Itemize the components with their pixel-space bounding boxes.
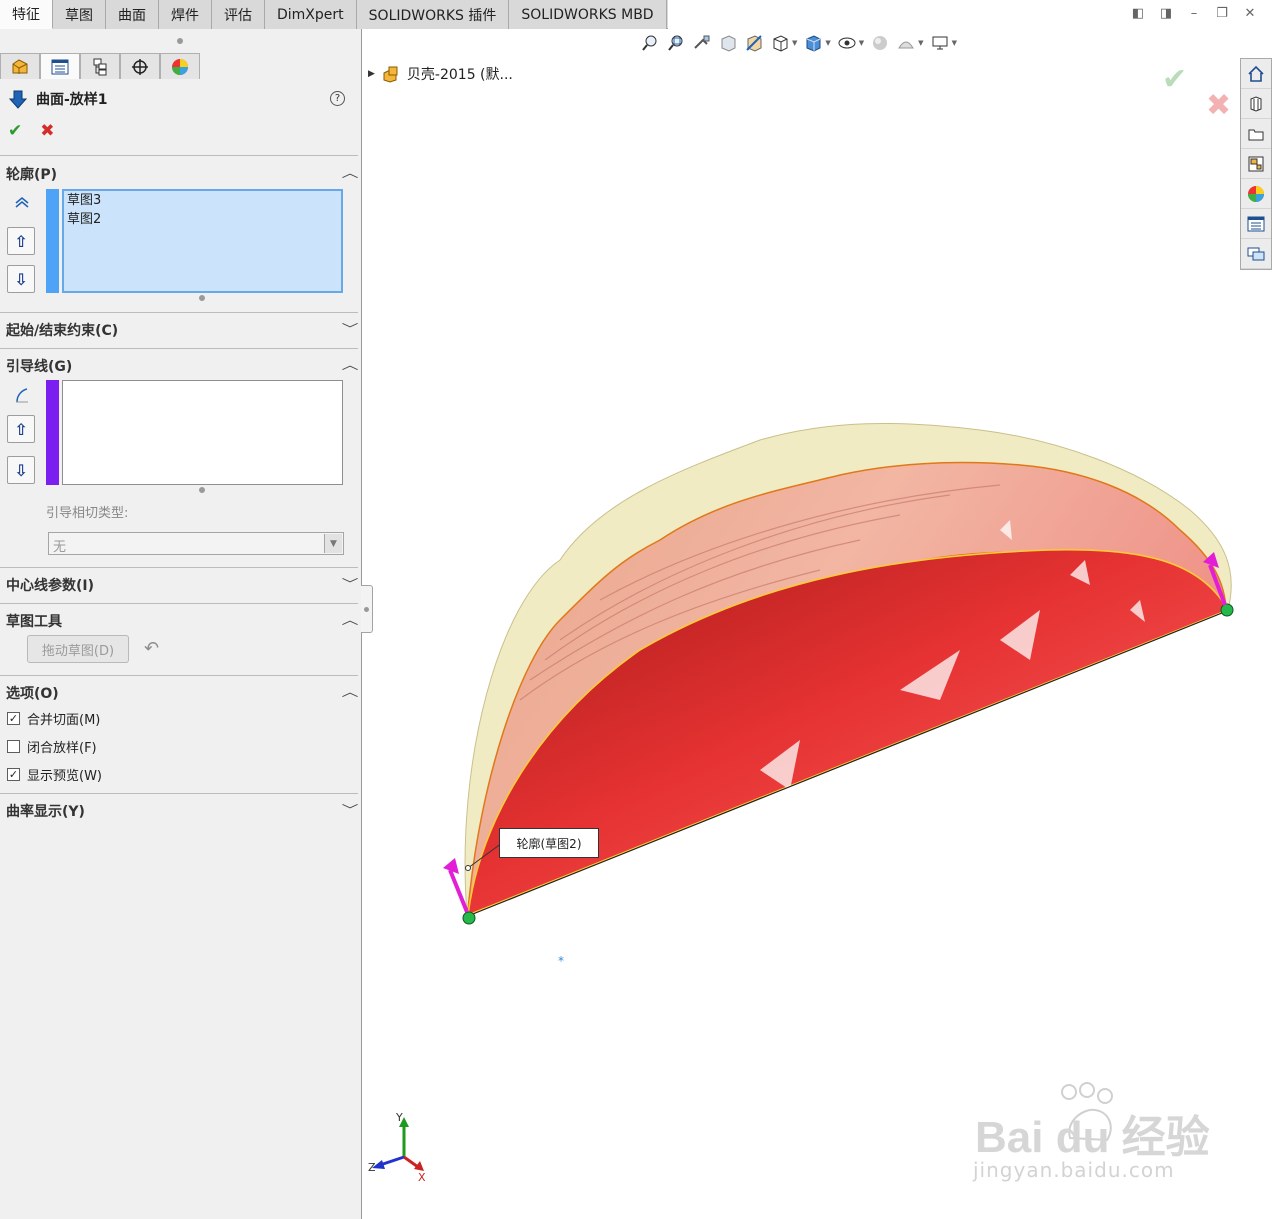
reference-triad: Y Z X bbox=[368, 1111, 426, 1184]
watermark-brand: Bai du 经验 bbox=[975, 1113, 1210, 1160]
solidworks-window: 特征 草图 曲面 焊件 评估 DimXpert SOLIDWORKS 插件 SO… bbox=[0, 0, 1272, 1219]
sketch-point-marker: * bbox=[558, 954, 564, 968]
watermark-url: jingyan.baidu.com bbox=[973, 1158, 1175, 1182]
profile-callout[interactable]: 轮廓(草图2) bbox=[499, 828, 599, 858]
loft-surface-preview: * bbox=[443, 422, 1234, 968]
start-point-handle[interactable] bbox=[462, 911, 476, 925]
z-axis-label: Z bbox=[368, 1161, 376, 1174]
y-axis-label: Y bbox=[395, 1111, 403, 1124]
start-connector[interactable] bbox=[448, 869, 469, 913]
baidu-watermark: Bai du 经验 bbox=[975, 1082, 1210, 1160]
x-axis-label: X bbox=[418, 1171, 426, 1184]
end-point-handle[interactable] bbox=[1220, 603, 1234, 617]
